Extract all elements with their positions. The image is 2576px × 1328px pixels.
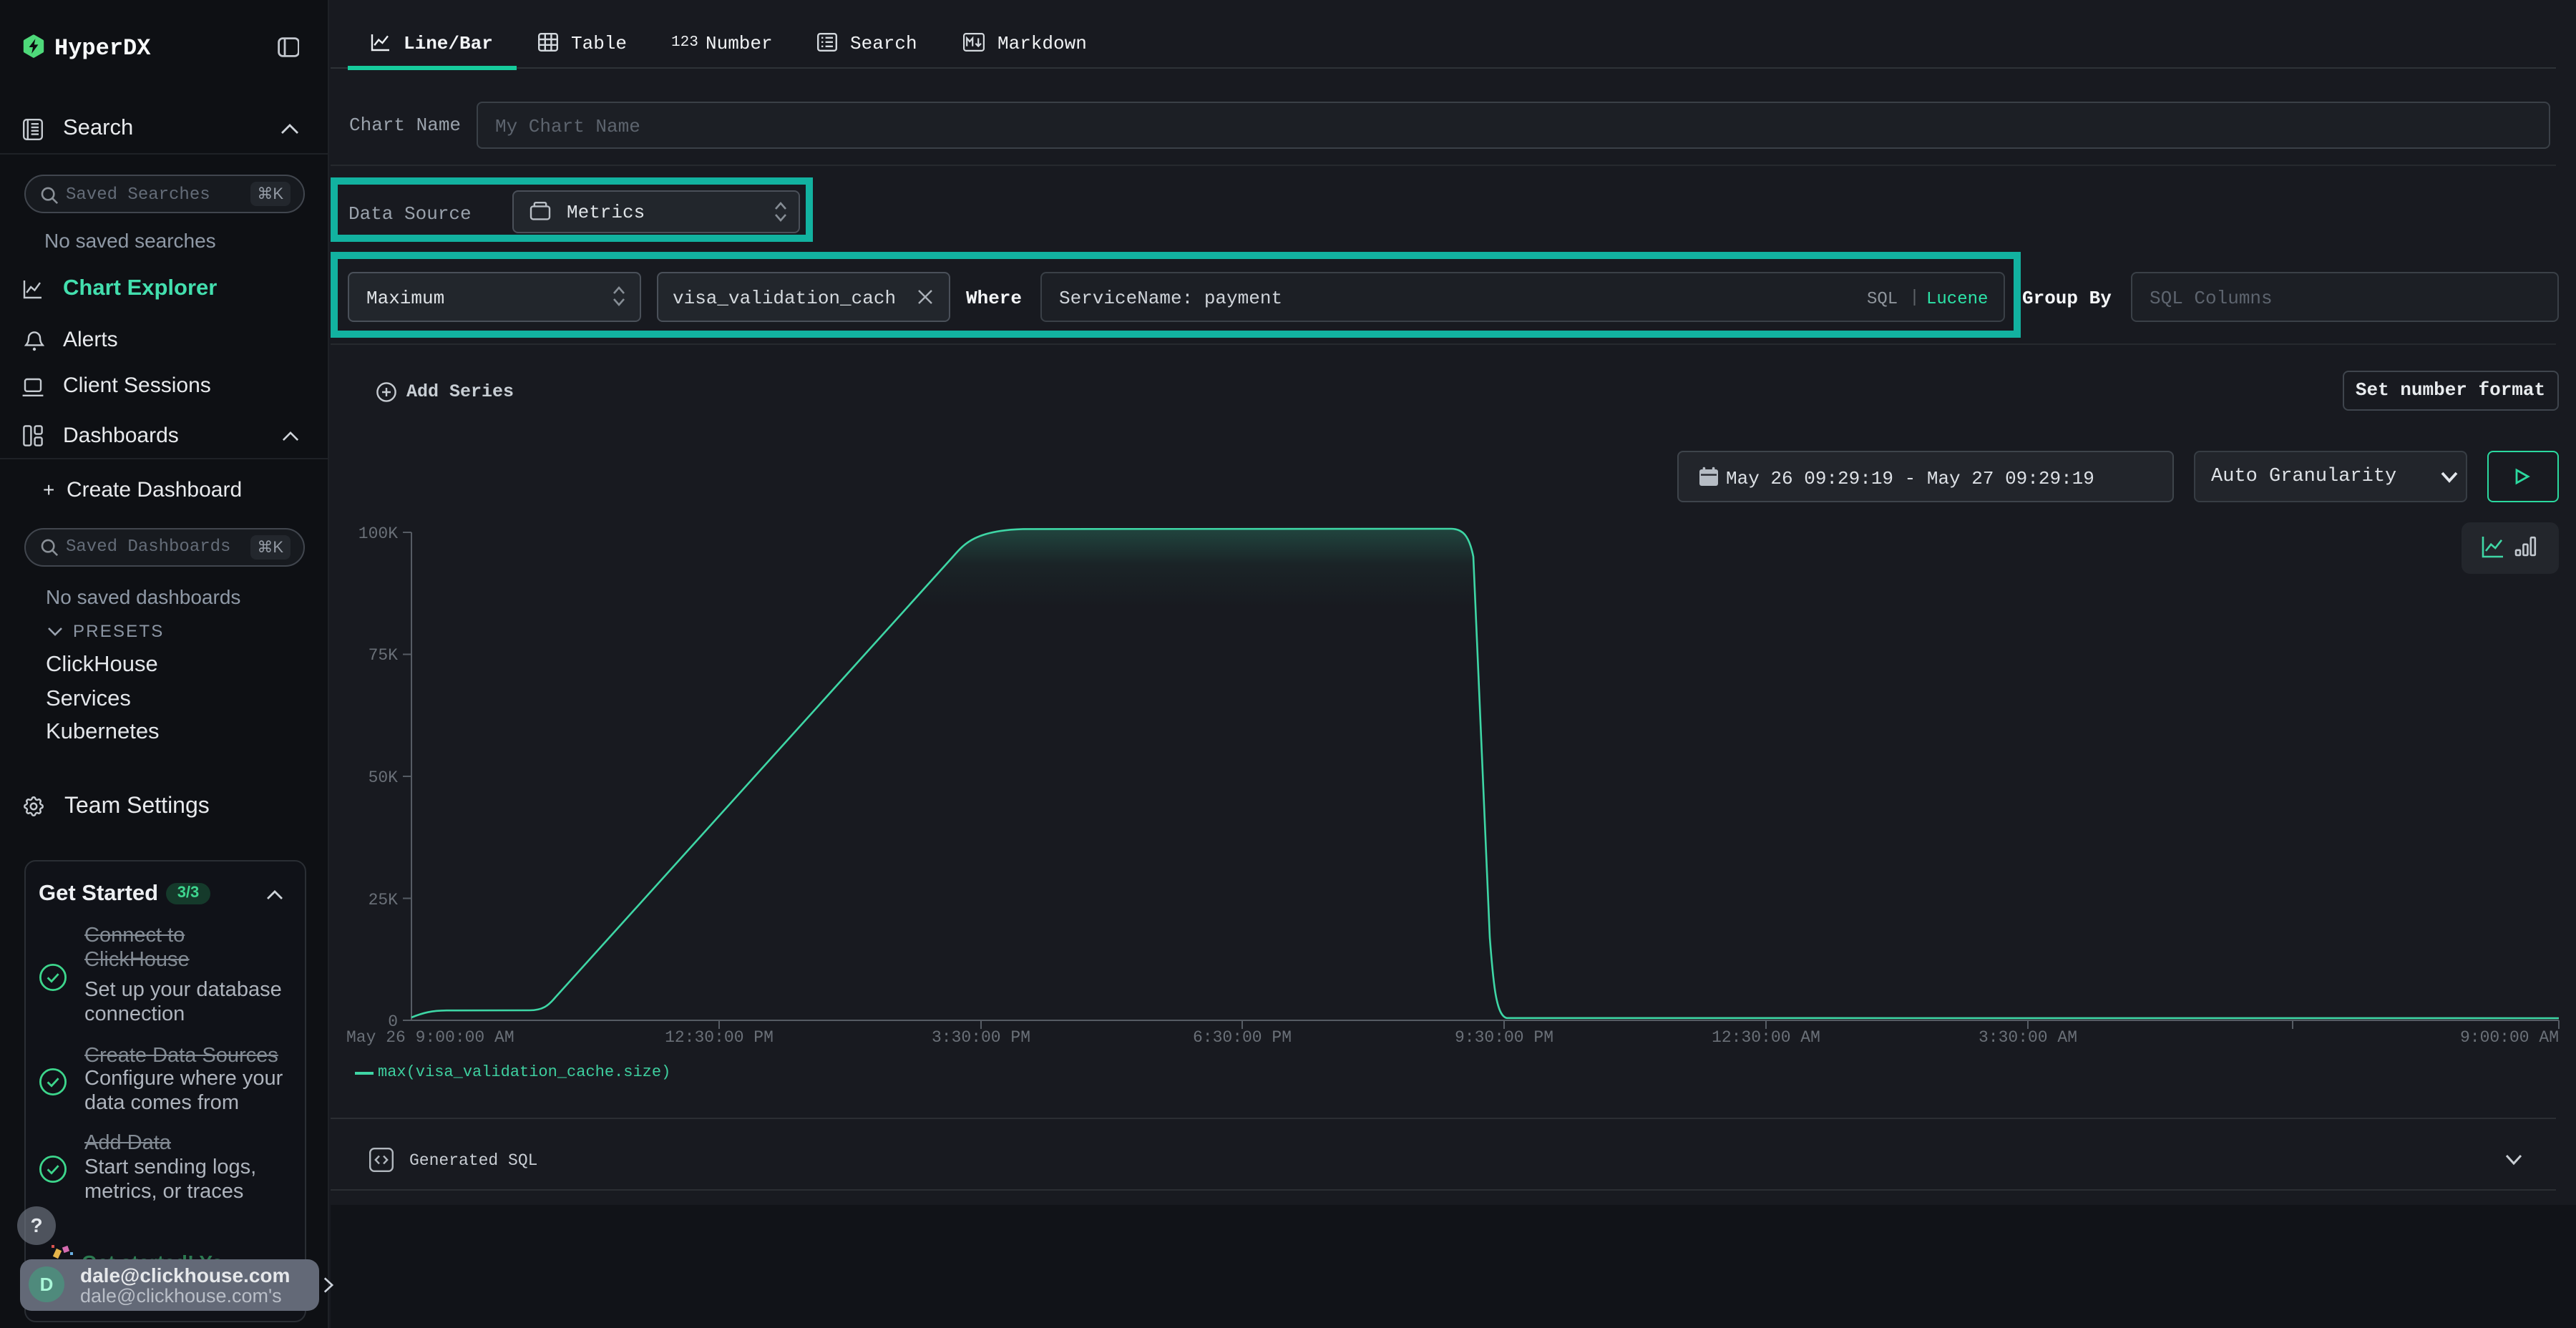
svg-text:12:30:00 PM: 12:30:00 PM	[665, 1028, 774, 1047]
svg-text:9:30:00 PM: 9:30:00 PM	[1455, 1028, 1553, 1047]
svg-text:75K: 75K	[369, 646, 399, 665]
svg-text:25K: 25K	[369, 891, 399, 909]
svg-text:3:30:00 PM: 3:30:00 PM	[932, 1028, 1030, 1047]
svg-text:3:30:00 AM: 3:30:00 AM	[1979, 1028, 2077, 1047]
svg-text:100K: 100K	[358, 524, 398, 543]
svg-text:50K: 50K	[369, 768, 399, 787]
svg-text:6:30:00 PM: 6:30:00 PM	[1193, 1028, 1292, 1047]
svg-text:9:00:00 AM: 9:00:00 AM	[2460, 1028, 2559, 1047]
svg-text:May 26 9:00:00 AM: May 26 9:00:00 AM	[346, 1028, 514, 1047]
svg-text:12:30:00 AM: 12:30:00 AM	[1712, 1028, 1820, 1047]
